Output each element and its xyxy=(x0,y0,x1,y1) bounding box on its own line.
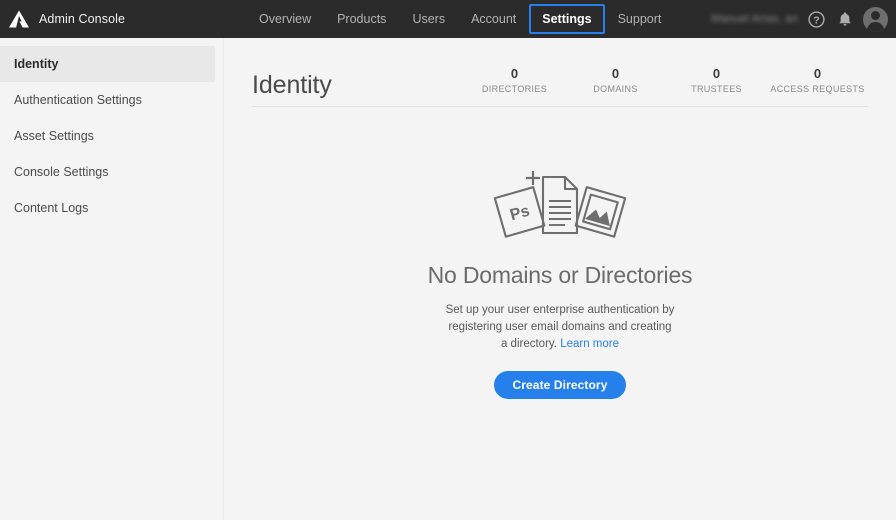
notification-bell-icon[interactable] xyxy=(835,10,854,29)
documents-illustration-icon: Ps xyxy=(485,155,635,262)
nav-item-account[interactable]: Account xyxy=(458,4,529,34)
learn-more-link[interactable]: Learn more xyxy=(560,338,619,350)
sidebar-item-authentication-settings[interactable]: Authentication Settings xyxy=(0,82,215,118)
stat-trustees-value: 0 xyxy=(712,66,721,81)
stat-directories: 0 DIRECTORIES xyxy=(464,65,565,96)
sidebar-item-content-logs[interactable]: Content Logs xyxy=(0,190,215,226)
stat-domains: 0 DOMAINS xyxy=(565,65,666,96)
nav-item-users[interactable]: Users xyxy=(399,4,458,34)
create-directory-button[interactable]: Create Directory xyxy=(493,371,627,399)
topbar-right-cluster: Manuel Arias, an ? xyxy=(711,0,888,38)
stat-domains-label: DOMAINS xyxy=(593,84,638,94)
nav-item-support[interactable]: Support xyxy=(605,4,675,34)
user-avatar-icon[interactable] xyxy=(863,6,888,32)
help-question-icon[interactable]: ? xyxy=(807,10,826,29)
stat-access-requests-value: 0 xyxy=(813,66,822,81)
stat-access-requests-label: ACCESS REQUESTS xyxy=(770,84,865,94)
stat-directories-label: DIRECTORIES xyxy=(481,84,548,94)
top-navigation-bar: Admin Console Overview Products Users Ac… xyxy=(0,0,896,38)
empty-state-title: No Domains or Directories xyxy=(427,262,693,288)
empty-state-description: Set up your user enterprise authenticati… xyxy=(444,302,676,353)
stat-domains-value: 0 xyxy=(611,66,620,81)
page-header-row: Identity 0 DIRECTORIES 0 DOMAINS 0 TRUST… xyxy=(252,38,868,100)
app-body: Identity Authentication Settings Asset S… xyxy=(0,38,896,520)
settings-sidebar: Identity Authentication Settings Asset S… xyxy=(0,38,224,520)
empty-state: Ps No Domains or Directories Set up your… xyxy=(252,107,868,399)
nav-item-overview[interactable]: Overview xyxy=(246,4,324,34)
svg-text:?: ? xyxy=(813,14,819,26)
adobe-logo-icon xyxy=(8,9,30,29)
brand-title: Admin Console xyxy=(39,12,126,26)
main-content: Identity 0 DIRECTORIES 0 DOMAINS 0 TRUST… xyxy=(224,38,896,520)
sidebar-item-identity[interactable]: Identity xyxy=(0,46,215,82)
brand-block[interactable]: Admin Console xyxy=(8,9,125,29)
main-nav: Overview Products Users Account Settings… xyxy=(246,0,674,38)
stat-trustees: 0 TRUSTEES xyxy=(666,65,767,96)
nav-item-products[interactable]: Products xyxy=(324,4,399,34)
svg-text:Ps: Ps xyxy=(508,202,532,224)
nav-item-settings[interactable]: Settings xyxy=(529,4,605,34)
stat-access-requests: 0 ACCESS REQUESTS xyxy=(767,65,868,96)
sidebar-item-console-settings[interactable]: Console Settings xyxy=(0,154,215,190)
user-name-label: Manuel Arias, an xyxy=(711,13,798,25)
identity-stats: 0 DIRECTORIES 0 DOMAINS 0 TRUSTEES 0 ACC… xyxy=(464,65,868,100)
page-title: Identity xyxy=(252,71,332,99)
stat-directories-value: 0 xyxy=(510,66,519,81)
stat-trustees-label: TRUSTEES xyxy=(691,84,742,94)
sidebar-item-asset-settings[interactable]: Asset Settings xyxy=(0,118,215,154)
